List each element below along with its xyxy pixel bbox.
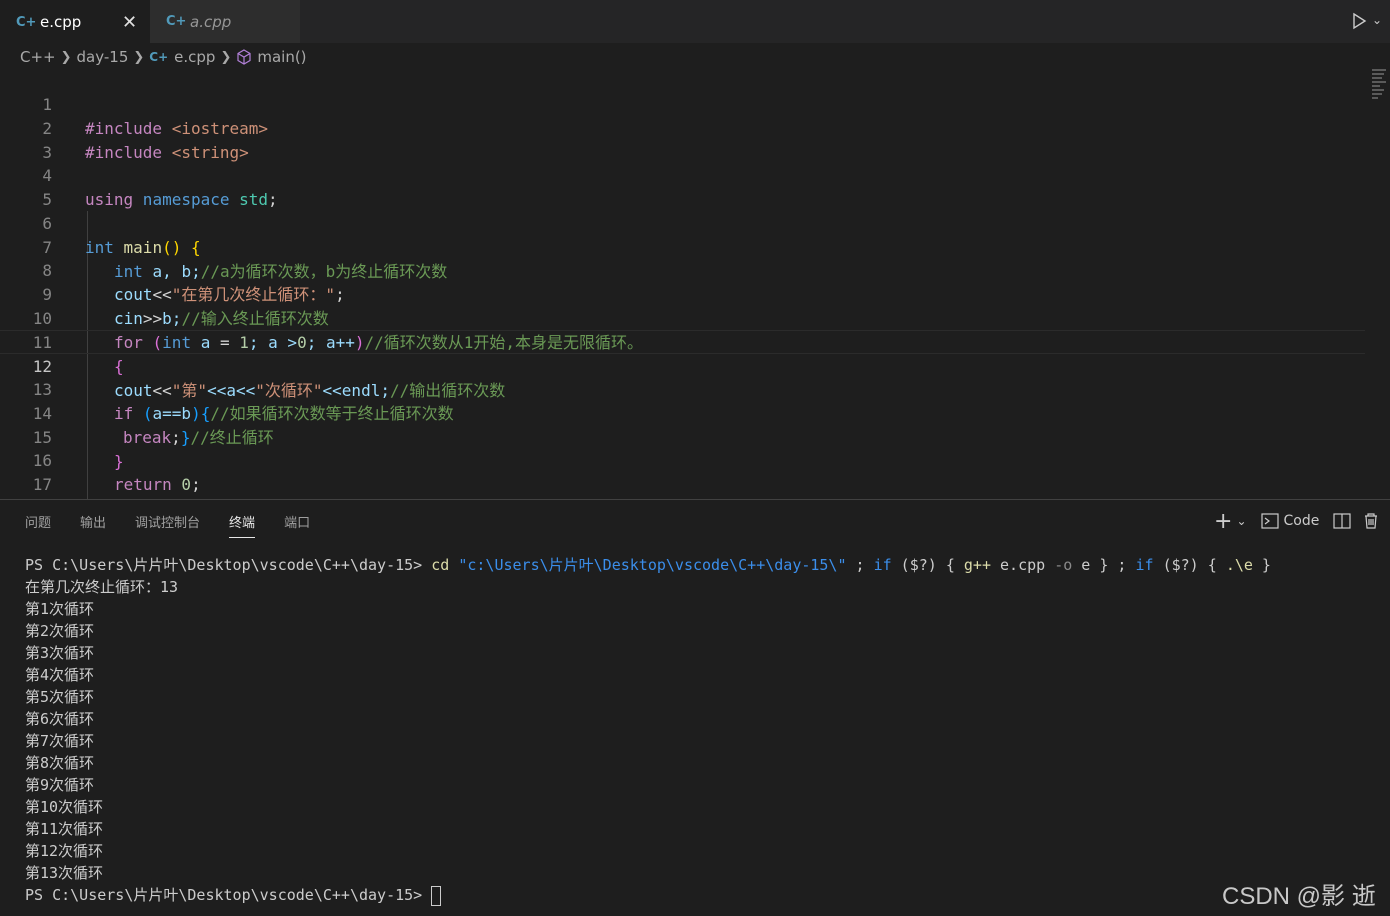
breadcrumb-folder[interactable]: C++ bbox=[20, 48, 56, 66]
tab-label: a.cpp bbox=[190, 12, 232, 31]
terminal-line: 第7次循环 bbox=[25, 732, 95, 750]
chevron-down-icon[interactable]: ⌄ bbox=[1236, 514, 1246, 528]
code-line: 8 cout<<"在第几次终止循环："; bbox=[0, 235, 1365, 304]
breadcrumb-symbol[interactable]: main() bbox=[257, 48, 306, 66]
chevron-right-icon: ❯ bbox=[60, 49, 72, 65]
terminal-output[interactable]: PS C:\Users\片片叶\Desktop\vscode\C++\day-1… bbox=[25, 554, 1271, 906]
close-icon[interactable]: ✕ bbox=[122, 12, 137, 33]
terminal-cursor bbox=[431, 885, 442, 906]
cpp-file-icon: C+ bbox=[16, 14, 37, 30]
cpp-file-icon: C+ bbox=[149, 50, 169, 64]
code-line: 16 return 0; bbox=[0, 425, 1365, 494]
watermark: CSDN @影 逝 bbox=[1222, 883, 1376, 910]
code-line: 6 int main() { bbox=[0, 188, 1365, 257]
code-line: 18 } bbox=[0, 473, 1365, 542]
tab-terminal[interactable]: 终端 bbox=[229, 512, 256, 538]
code-line: 11 { bbox=[0, 307, 1365, 376]
tab-debug-console[interactable]: 调试控制台 bbox=[135, 512, 200, 538]
terminal-line: 在第几次终止循环：13 bbox=[25, 578, 179, 596]
tab-output[interactable]: 输出 bbox=[80, 512, 106, 538]
terminal-line: 第3次循环 bbox=[25, 644, 95, 662]
code-line: 14 break;}//终止循环 bbox=[0, 378, 1365, 447]
terminal-line: 第1次循环 bbox=[25, 600, 95, 618]
tab-a-cpp[interactable]: C+ a.cpp bbox=[150, 0, 300, 43]
code-line: 17 bbox=[0, 449, 1365, 494]
chevron-right-icon: ❯ bbox=[220, 49, 232, 65]
run-icon[interactable] bbox=[1350, 12, 1368, 30]
code-line: 15 } bbox=[0, 402, 1365, 471]
tab-e-cpp[interactable]: C+ e.cpp ✕ bbox=[0, 0, 150, 43]
code-line: 9 cin>>b;//输入终止循环次数 bbox=[0, 259, 1365, 328]
terminal-line: 第2次循环 bbox=[25, 622, 95, 640]
code-line: 2 #include <string> bbox=[0, 93, 1365, 162]
code-line: 13 if (a==b){//如果循环次数等于终止循环次数 bbox=[0, 354, 1365, 423]
tab-label: e.cpp bbox=[40, 13, 82, 31]
breadcrumb-folder[interactable]: day-15 bbox=[77, 48, 129, 66]
terminal-line: 第9次循环 bbox=[25, 776, 95, 794]
terminal-line: 第11次循环 bbox=[25, 820, 104, 838]
terminal-line: 第12次循环 bbox=[25, 842, 104, 860]
code-line: 4 using namespace std; bbox=[0, 140, 1365, 209]
panel-actions: + ⌄ Code bbox=[1214, 509, 1379, 534]
tab-ports[interactable]: 端口 bbox=[284, 512, 310, 538]
bottom-panel: 问题 输出 调试控制台 终端 端口 + ⌄ Code PS C:\Users\片… bbox=[0, 499, 1390, 916]
trash-icon[interactable] bbox=[1363, 512, 1379, 530]
terminal-line: 第10次循环 bbox=[25, 798, 104, 816]
code-line: 10 for (int a = 1; a >0; a++)//循环次数从1开始,… bbox=[0, 283, 1365, 352]
editor-tab-bar: C+ e.cpp ✕ C+ a.cpp ⌄ bbox=[0, 0, 1390, 43]
chevron-down-icon[interactable]: ⌄ bbox=[1372, 13, 1382, 27]
terminal-command-line: PS C:\Users\片片叶\Desktop\vscode\C++\day-1… bbox=[25, 556, 1271, 574]
code-line: 1 #include <iostream> bbox=[0, 69, 1365, 138]
cpp-file-icon: C+ bbox=[166, 14, 187, 29]
breadcrumb-file[interactable]: e.cpp bbox=[174, 48, 215, 66]
split-icon[interactable] bbox=[1333, 512, 1351, 530]
terminal-shell-label[interactable]: Code bbox=[1284, 513, 1320, 529]
breadcrumb: C++ ❯ day-15 ❯ C+ e.cpp ❯ main() bbox=[20, 46, 307, 68]
terminal-icon[interactable] bbox=[1260, 512, 1279, 530]
method-cube-icon bbox=[237, 49, 251, 65]
panel-tabs: 问题 输出 调试控制台 终端 端口 bbox=[25, 512, 339, 538]
terminal-line: 第8次循环 bbox=[25, 754, 95, 772]
code-line: 3 bbox=[0, 117, 1365, 162]
terminal-line: 第13次循环 bbox=[25, 864, 104, 882]
code-line: 5 bbox=[0, 164, 1365, 209]
tab-problems[interactable]: 问题 bbox=[25, 512, 51, 538]
code-line-current: 12 cout<<"第"<<a<<"次循环"<<endl;//输出循环次数 bbox=[0, 330, 1365, 400]
minimap[interactable] bbox=[1372, 69, 1388, 105]
plus-icon[interactable]: + bbox=[1214, 509, 1232, 534]
terminal-line: 第4次循环 bbox=[25, 666, 95, 684]
code-editor[interactable]: 1 #include <iostream> 2 #include <string… bbox=[0, 69, 1390, 542]
terminal-line: 第6次循环 bbox=[25, 710, 95, 728]
chevron-right-icon: ❯ bbox=[133, 49, 145, 65]
terminal-line: 第5次循环 bbox=[25, 688, 95, 706]
code-line: 7 int a, b;//a为循环次数，b为终止循环次数 bbox=[0, 212, 1365, 281]
terminal-prompt-line: PS C:\Users\片片叶\Desktop\vscode\C++\day-1… bbox=[25, 884, 1271, 906]
